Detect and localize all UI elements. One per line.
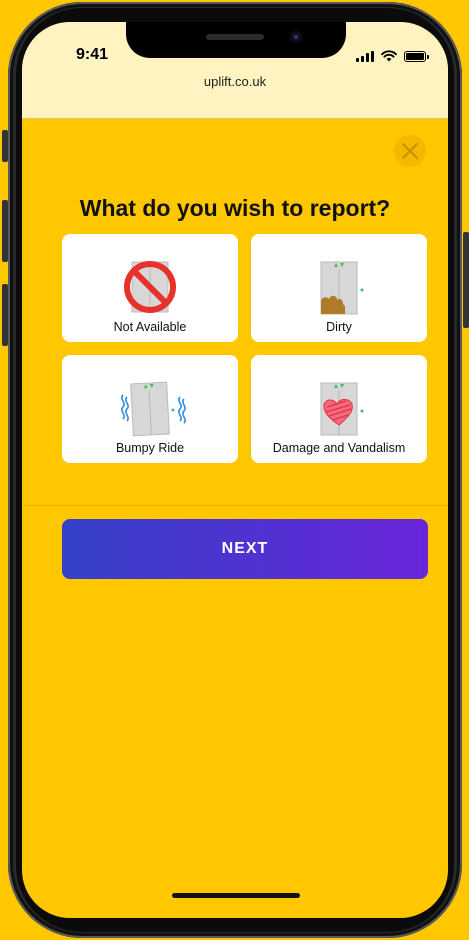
next-button[interactable]: NEXT xyxy=(62,519,428,579)
status-icons xyxy=(356,50,429,62)
option-damage-vandalism[interactable]: Damage and Vandalism xyxy=(251,355,427,463)
option-dirty[interactable]: Dirty xyxy=(251,234,427,342)
front-camera xyxy=(290,31,302,43)
wifi-icon xyxy=(381,50,397,62)
notch xyxy=(126,22,346,58)
vandalised-lift-icon xyxy=(320,382,364,436)
close-button[interactable] xyxy=(394,135,426,167)
option-label: Damage and Vandalism xyxy=(272,441,406,455)
status-bar: 9:41 uplift.co.uk xyxy=(22,22,448,119)
battery-icon xyxy=(404,51,429,62)
screen: 9:41 uplift.co.uk What do you wish to re… xyxy=(22,22,448,918)
signal-icon xyxy=(356,51,374,62)
option-label: Not Available xyxy=(113,320,187,334)
option-bumpy-ride[interactable]: Bumpy Ride xyxy=(62,355,238,463)
option-not-available[interactable]: Not Available xyxy=(62,234,238,342)
volume-down-button xyxy=(2,284,8,346)
home-indicator[interactable] xyxy=(172,893,300,898)
close-icon xyxy=(402,143,418,159)
prohibited-lift-icon xyxy=(124,261,176,313)
shaking-lift-icon xyxy=(121,381,186,437)
dirty-lift-icon xyxy=(320,261,364,315)
option-label: Bumpy Ride xyxy=(115,441,185,455)
volume-up-button xyxy=(2,200,8,262)
divider xyxy=(22,505,448,506)
silent-switch xyxy=(2,130,8,162)
option-label: Dirty xyxy=(326,320,352,334)
status-time: 9:41 xyxy=(76,46,109,63)
page-title: What do you wish to report? xyxy=(79,195,391,221)
page-url: uplift.co.uk xyxy=(203,74,267,89)
speaker xyxy=(206,34,264,40)
power-button xyxy=(463,232,469,328)
